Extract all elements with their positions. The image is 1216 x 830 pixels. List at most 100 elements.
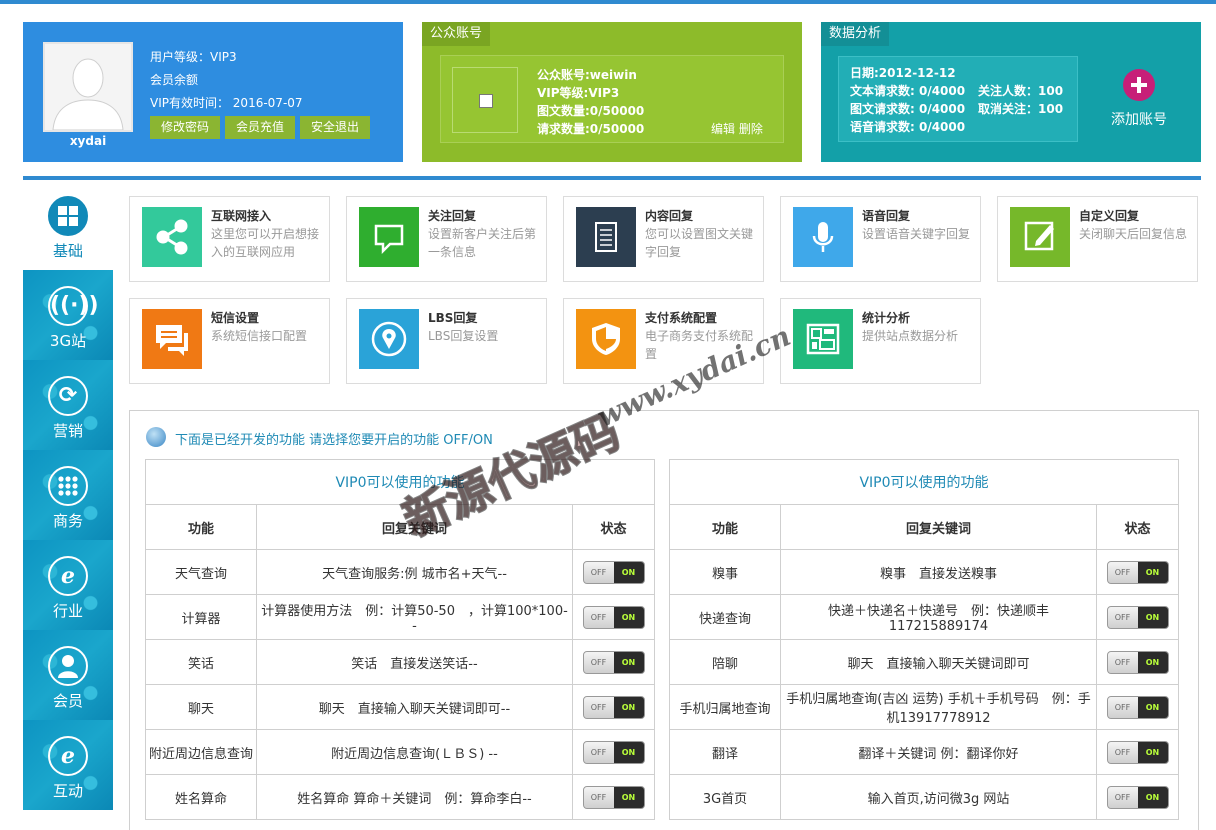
toggle-on-label: ON: [1137, 561, 1168, 583]
function-keyword: 姓名算命 算命＋关键词 例：算命李白--: [256, 774, 573, 820]
status-toggle[interactable]: OFF ON: [1106, 560, 1169, 584]
change-password-button[interactable]: 修改密码: [150, 116, 220, 139]
share-icon: [142, 207, 202, 267]
card-desc: 提供站点数据分析: [862, 329, 959, 343]
table-row: 姓名算命 姓名算命 算命＋关键词 例：算命李白-- OFF ON: [145, 774, 655, 820]
table-row: 手机归属地查询 手机归属地查询(吉凶 运势) 手机＋手机号码 例：手机13917…: [669, 684, 1179, 730]
toggle-on-label: ON: [613, 606, 644, 628]
follow-count: 关注人数：100: [978, 84, 1064, 98]
sidebar-item-industry[interactable]: e 行业: [23, 540, 113, 630]
function-keyword: 计算器使用方法 例：计算50-50 ，计算100*100--: [256, 594, 573, 640]
data-panel-title: 数据分析: [821, 22, 890, 46]
functions-table-left: VIP0可以使用的功能 功能 回复关键词 状态 天气查询 天气查询服务:例 城市…: [145, 459, 655, 820]
toggle-off-label: OFF: [1107, 651, 1138, 673]
sidebar-item-business[interactable]: 商务: [23, 450, 113, 540]
status-toggle[interactable]: OFF ON: [1106, 695, 1169, 719]
logout-button[interactable]: 安全退出: [300, 116, 370, 139]
table-row: 3G首页 输入首页,访问微3g 网站 OFF ON: [669, 774, 1179, 820]
sidebar-item-interaction[interactable]: e 互动: [23, 720, 113, 810]
function-keyword: 聊天 直接输入聊天关键词即可--: [256, 684, 573, 730]
avatar-silhouette-icon: [45, 44, 131, 130]
card-title: 互联网接入: [211, 209, 272, 223]
function-keyword: 附近周边信息查询(ＬＢＳ) --: [256, 729, 573, 775]
status-toggle[interactable]: OFF ON: [582, 560, 645, 584]
status-toggle[interactable]: OFF ON: [582, 650, 645, 674]
function-name: 笑话: [145, 639, 257, 685]
status-toggle[interactable]: OFF ON: [582, 740, 645, 764]
news-requests: 图文请求数: 0/4000: [850, 102, 966, 116]
microphone-icon: [793, 207, 853, 267]
document-icon: [576, 207, 636, 267]
sidebar-item-marketing[interactable]: ⟳ 营销: [23, 360, 113, 450]
function-name: 姓名算命: [145, 774, 257, 820]
shield-icon: [576, 309, 636, 369]
data-date: 日期:2012-12-12: [850, 66, 956, 80]
card-desc: 这里您可以开启想接入的互联网应用: [211, 227, 320, 259]
status-toggle[interactable]: OFF ON: [582, 605, 645, 629]
table-row: 天气查询 天气查询服务:例 城市名+天气-- OFF ON: [145, 549, 655, 595]
card-desc: LBS回复设置: [428, 329, 499, 343]
person-icon: [48, 646, 88, 686]
card-title: 短信设置: [211, 311, 260, 325]
account-name: 公众账号:weiwin: [537, 68, 637, 82]
card-custom-reply[interactable]: 自定义回复 关闭聊天后回复信息: [997, 196, 1198, 282]
toggle-off-label: OFF: [583, 651, 614, 673]
function-name: 手机归属地查询: [669, 684, 781, 730]
status-toggle[interactable]: OFF ON: [1106, 605, 1169, 629]
table-row: 翻译 翻译＋关键词 例：翻译你好 OFF ON: [669, 729, 1179, 775]
table-caption: VIP0可以使用的功能: [669, 459, 1179, 505]
globe-icon: [146, 427, 166, 447]
account-card: 公众账号:weiwin VIP等级:VIP3 图文数量:0/50000 请求数量…: [440, 55, 784, 143]
card-sms-settings[interactable]: 短信设置 系统短信接口配置: [129, 298, 330, 384]
column-header: 功能: [145, 504, 257, 550]
function-name: 糗事: [669, 549, 781, 595]
function-keyword: 输入首页,访问微3g 网站: [780, 774, 1097, 820]
sidebar-item-member[interactable]: 会员: [23, 630, 113, 720]
function-name: 附近周边信息查询: [145, 729, 257, 775]
plus-circle-icon[interactable]: [1123, 69, 1155, 101]
card-desc: 关闭聊天后回复信息: [1079, 227, 1188, 241]
account-panel: 公众账号 公众账号:weiwin VIP等级:VIP3 图文数量:0/50000…: [422, 22, 802, 162]
sidebar-item-basic[interactable]: 基础: [23, 180, 113, 270]
function-name: 天气查询: [145, 549, 257, 595]
function-keyword: 笑话 直接发送笑话--: [256, 639, 573, 685]
card-desc: 设置语音关键字回复: [862, 227, 971, 241]
toggle-off-label: OFF: [583, 561, 614, 583]
sidebar-item-label: 营销: [52, 422, 83, 440]
edit-link[interactable]: 编辑: [711, 122, 735, 136]
function-keyword: 手机归属地查询(吉凶 运势) 手机＋手机号码 例：手机13917778912: [780, 684, 1097, 730]
add-account-button[interactable]: 添加账号: [1111, 109, 1167, 129]
toggle-on-label: ON: [1137, 696, 1168, 718]
status-toggle[interactable]: OFF ON: [1106, 740, 1169, 764]
toggle-on-label: ON: [613, 561, 644, 583]
status-toggle[interactable]: OFF ON: [1106, 650, 1169, 674]
status-toggle[interactable]: OFF ON: [1106, 785, 1169, 809]
card-lbs-reply[interactable]: LBS回复 LBS回复设置: [346, 298, 547, 384]
sidebar-item-3g[interactable]: ((·)) 3G站: [23, 270, 113, 360]
avatar[interactable]: [43, 42, 133, 132]
status-toggle[interactable]: OFF ON: [582, 785, 645, 809]
table-row: 陪聊 聊天 直接输入聊天关键词即可 OFF ON: [669, 639, 1179, 685]
card-statistics[interactable]: 统计分析 提供站点数据分析: [780, 298, 981, 384]
account-actions: 编辑 删除: [711, 120, 763, 137]
card-title: 支付系统配置: [645, 311, 718, 325]
toggle-off-label: OFF: [1107, 786, 1138, 808]
table-row: 笑话 笑话 直接发送笑话-- OFF ON: [145, 639, 655, 685]
data-panel: 数据分析 日期:2012-12-12 文本请求数: 0/4000 图文请求数: …: [821, 22, 1201, 162]
toggle-on-label: ON: [613, 651, 644, 673]
delete-link[interactable]: 删除: [739, 122, 763, 136]
column-header: 状态: [572, 504, 655, 550]
toggle-off-label: OFF: [1107, 696, 1138, 718]
card-voice-reply[interactable]: 语音回复 设置语音关键字回复: [780, 196, 981, 282]
card-internet-access[interactable]: 互联网接入 这里您可以开启想接入的互联网应用: [129, 196, 330, 282]
column-header: 回复关键词: [780, 504, 1097, 550]
recharge-button[interactable]: 会员充值: [225, 116, 295, 139]
status-toggle[interactable]: OFF ON: [582, 695, 645, 719]
toggle-off-label: OFF: [1107, 606, 1138, 628]
card-content-reply[interactable]: 内容回复 您可以设置图文关键字回复: [563, 196, 764, 282]
card-follow-reply[interactable]: 关注回复 设置新客户关注后第一条信息: [346, 196, 547, 282]
signal-icon: ((·)): [48, 286, 99, 326]
column-header: 功能: [669, 504, 781, 550]
section-divider: [23, 176, 1201, 180]
card-desc: 系统短信接口配置: [211, 329, 308, 343]
